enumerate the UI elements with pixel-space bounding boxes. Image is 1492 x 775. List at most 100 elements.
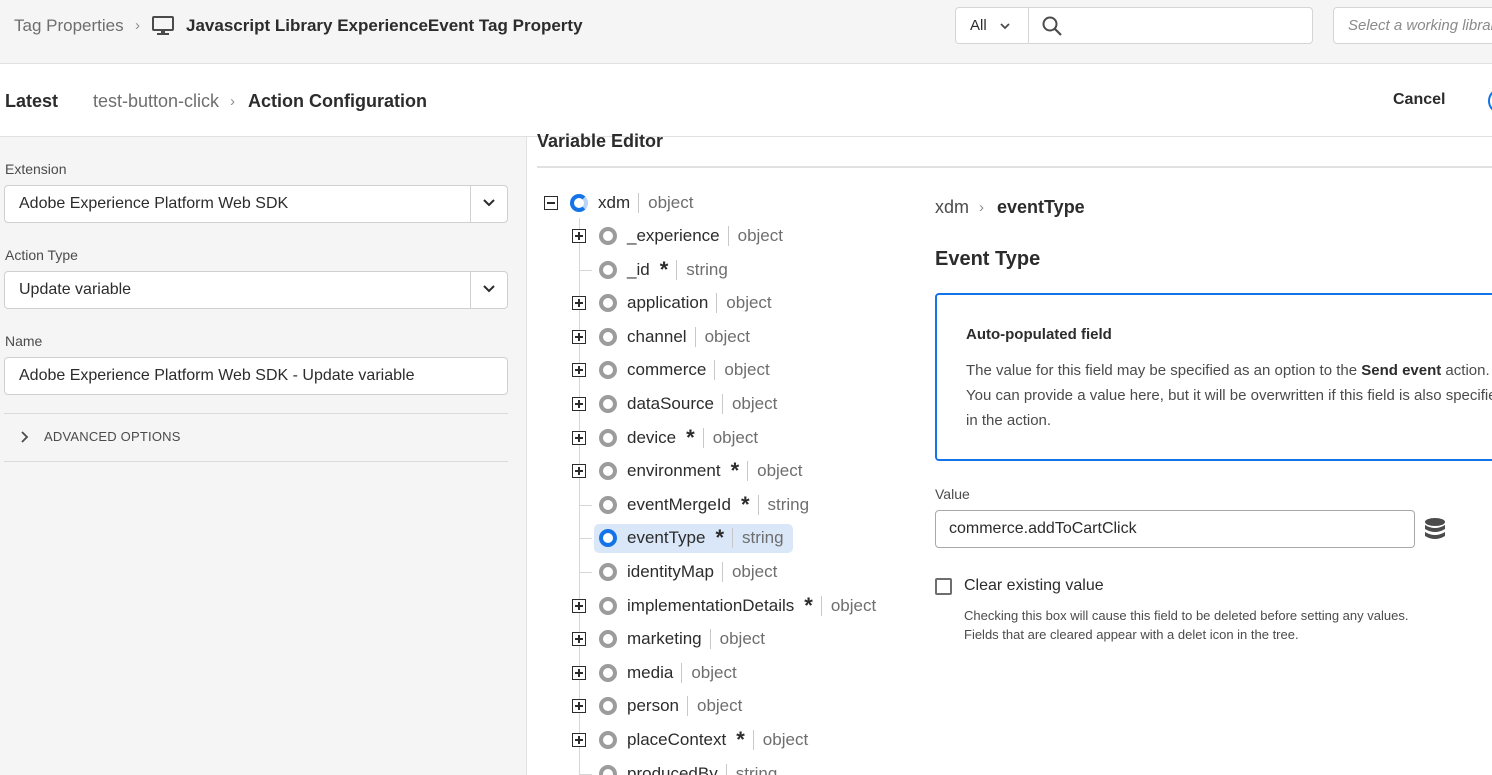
node-type: object xyxy=(726,293,772,312)
expand-icon[interactable] xyxy=(572,397,586,411)
data-element-icon[interactable] xyxy=(1424,517,1446,541)
required-marker: * xyxy=(740,492,750,517)
notice-heading: Auto-populated field xyxy=(966,326,1112,343)
divider xyxy=(725,764,727,775)
tree-node-application[interactable]: application object xyxy=(599,288,772,318)
tree-node-person[interactable]: person object xyxy=(599,691,742,721)
tree-node-channel[interactable]: channel object xyxy=(599,322,750,352)
node-status-icon xyxy=(599,529,617,547)
detail-breadcrumb-root[interactable]: xdm xyxy=(935,197,969,218)
node-type: string xyxy=(742,528,784,547)
search-scope-picker[interactable]: All xyxy=(956,8,1029,43)
required-marker: * xyxy=(736,727,745,752)
tree-node-commerce[interactable]: commerce object xyxy=(599,355,770,385)
node-type: string xyxy=(735,764,778,775)
divider xyxy=(721,394,723,414)
collapse-icon[interactable] xyxy=(544,196,558,210)
divider xyxy=(747,461,749,481)
chevron-down-icon xyxy=(1000,22,1010,29)
node-type: string xyxy=(767,495,810,514)
divider xyxy=(732,528,734,548)
divider xyxy=(676,260,678,280)
divider xyxy=(638,193,640,213)
required-marker: * xyxy=(659,257,669,282)
tree-node-experience[interactable]: _experience object xyxy=(599,221,783,251)
required-marker: * xyxy=(804,593,813,618)
expand-icon[interactable] xyxy=(572,464,586,478)
tree-node-datasource[interactable]: dataSource object xyxy=(599,389,777,419)
value-input[interactable]: commerce.addToCartClick xyxy=(935,510,1415,548)
tree-node-media[interactable]: media object xyxy=(599,658,737,688)
node-name: producedBy xyxy=(627,764,718,775)
node-status-icon xyxy=(599,395,617,413)
divider xyxy=(4,461,508,462)
advanced-options-label: ADVANCED OPTIONS xyxy=(44,429,181,444)
expand-icon[interactable] xyxy=(572,666,586,680)
name-field[interactable]: Adobe Experience Platform Web SDK - Upda… xyxy=(4,357,508,395)
search-input[interactable] xyxy=(1063,8,1312,43)
node-type: object xyxy=(704,327,750,346)
keep-changes-button[interactable] xyxy=(1488,88,1492,114)
node-name: _id xyxy=(627,260,650,279)
notice-text: You can provide a value here, but it wil… xyxy=(966,387,1492,404)
expand-icon[interactable] xyxy=(572,599,586,613)
advanced-options-toggle[interactable]: ADVANCED OPTIONS xyxy=(20,429,181,444)
expand-icon[interactable] xyxy=(572,229,586,243)
required-marker: * xyxy=(686,425,695,450)
expand-icon[interactable] xyxy=(572,363,586,377)
tree-node-eventtype[interactable]: eventType * string xyxy=(599,523,784,553)
expand-icon[interactable] xyxy=(572,296,586,310)
clear-existing-label[interactable]: Clear existing value xyxy=(964,577,1104,595)
node-status-icon xyxy=(599,361,617,379)
clear-existing-checkbox[interactable] xyxy=(935,578,952,595)
extension-value: Adobe Experience Platform Web SDK xyxy=(19,195,289,212)
expand-icon[interactable] xyxy=(572,330,586,344)
extension-dropdown-button[interactable] xyxy=(470,186,507,222)
divider xyxy=(4,413,508,414)
action-type-label: Action Type xyxy=(5,247,78,263)
tree-node-placecontext[interactable]: placeContext * object xyxy=(599,725,808,755)
action-header-bar: Latest test-button-click › Action Config… xyxy=(0,64,1492,137)
node-name: _experience xyxy=(627,226,720,245)
expand-icon[interactable] xyxy=(572,632,586,646)
action-type-picker[interactable]: Update variable xyxy=(4,271,508,309)
divider xyxy=(702,428,704,448)
node-name: identityMap xyxy=(627,562,714,581)
tree-node-xdm[interactable]: xdm object xyxy=(570,188,694,218)
action-type-dropdown-button[interactable] xyxy=(470,272,507,308)
divider xyxy=(694,327,696,347)
node-status-icon xyxy=(599,496,617,514)
tree-node-device[interactable]: device * object xyxy=(599,423,758,453)
breadcrumb-rule-name[interactable]: test-button-click xyxy=(93,91,219,112)
node-type: object xyxy=(757,461,803,480)
divider xyxy=(727,226,729,246)
divider xyxy=(721,562,723,582)
breadcrumb-tag-properties[interactable]: Tag Properties xyxy=(14,16,124,36)
working-library-picker[interactable]: Select a working library xyxy=(1333,7,1492,44)
tree-node-marketing[interactable]: marketing object xyxy=(599,624,765,654)
chevron-down-icon xyxy=(483,199,495,207)
node-name: eventMergeId xyxy=(627,495,731,514)
divider xyxy=(757,495,759,515)
top-bar: Tag Properties › Javascript Library Expe… xyxy=(0,0,1492,64)
tree-node-identitymap[interactable]: identityMap object xyxy=(599,557,777,587)
chevron-right-icon: › xyxy=(135,17,140,34)
tree-node-producedby[interactable]: producedBy string xyxy=(599,759,777,775)
action-type-value: Update variable xyxy=(19,281,132,298)
tree-node-environment[interactable]: environment * object xyxy=(599,456,803,486)
node-type: object xyxy=(712,428,759,447)
node-name: eventType xyxy=(627,528,706,547)
node-status-icon xyxy=(599,697,617,715)
monitor-icon xyxy=(152,16,174,35)
tree-node-implementationdetails[interactable]: implementationDetails * object xyxy=(599,591,876,621)
node-type: object xyxy=(691,663,737,682)
extension-picker[interactable]: Adobe Experience Platform Web SDK xyxy=(4,185,508,223)
search-icon xyxy=(1042,16,1062,36)
expand-icon[interactable] xyxy=(572,699,586,713)
tree-node-eventmergeid[interactable]: eventMergeId * string xyxy=(599,490,809,520)
tree-node-id[interactable]: _id * string xyxy=(599,255,728,285)
notice-body: The value for this field may be specifie… xyxy=(966,358,1492,433)
expand-icon[interactable] xyxy=(572,431,586,445)
cancel-button[interactable]: Cancel xyxy=(1380,88,1458,112)
expand-icon[interactable] xyxy=(572,733,586,747)
